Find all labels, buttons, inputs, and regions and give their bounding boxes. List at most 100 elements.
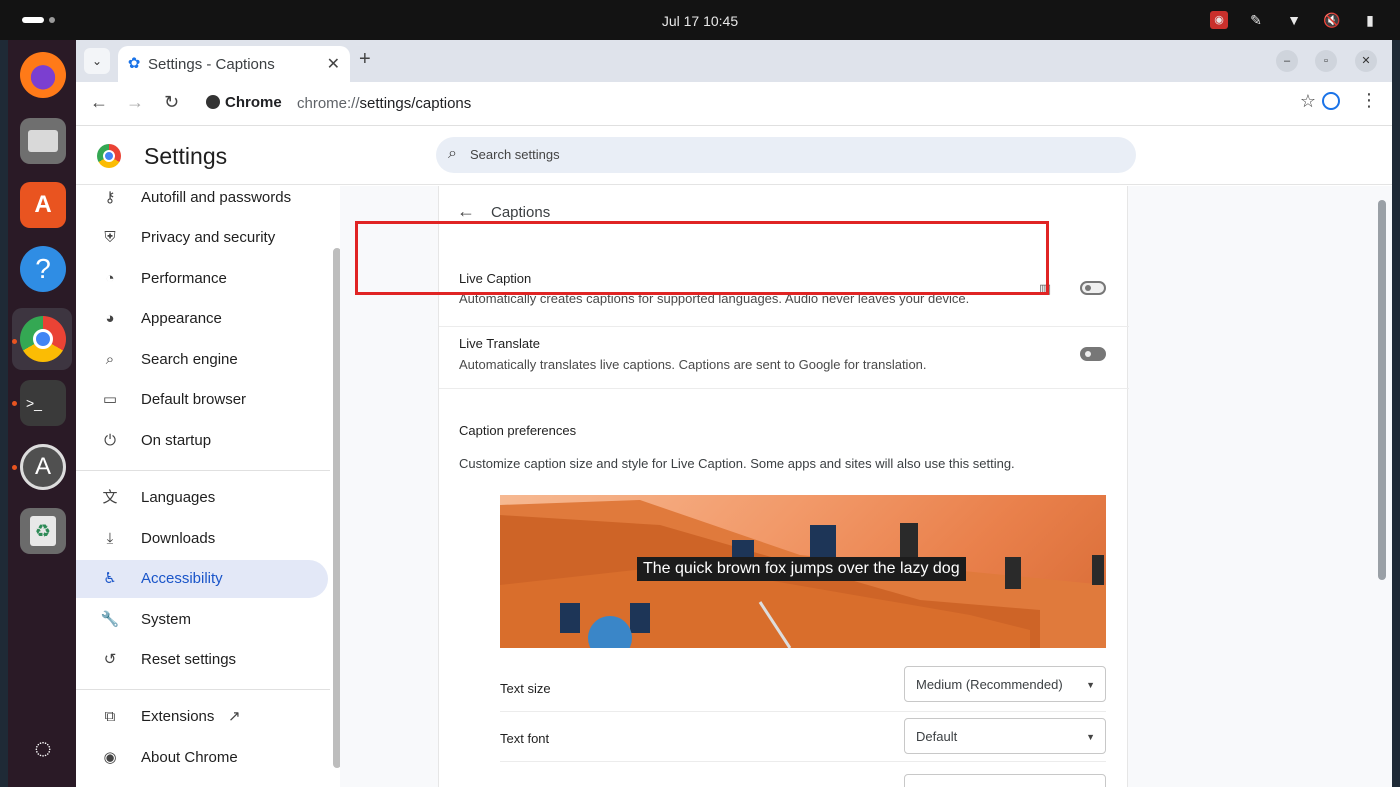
speedometer-icon: ◔ bbox=[105, 270, 115, 287]
updater-icon[interactable]: A bbox=[20, 444, 66, 490]
text-font-value: Default bbox=[916, 729, 958, 744]
live-translate-description: Automatically translates live captions. … bbox=[459, 357, 927, 372]
back-arrow-icon[interactable]: ← bbox=[457, 201, 475, 222]
text-size-label: Text size bbox=[500, 681, 551, 696]
sidebar-item-label: System bbox=[141, 611, 192, 628]
system-tray[interactable]: ◉ ✎ ▼ 🔇 ▮ bbox=[1210, 10, 1380, 30]
forward-icon[interactable]: → bbox=[126, 92, 144, 113]
files-icon[interactable] bbox=[20, 118, 66, 164]
close-window-button[interactable]: ✕ bbox=[1355, 50, 1377, 72]
reload-icon[interactable]: ↻ bbox=[164, 92, 179, 113]
sidebar-item-performance[interactable]: ◔ Performance bbox=[76, 260, 328, 298]
tab-search-button[interactable]: ⌄ bbox=[84, 48, 110, 74]
trash-icon[interactable]: ♻ bbox=[20, 508, 66, 554]
shield-icon: ⛨ bbox=[104, 229, 116, 246]
terminal-icon[interactable]: >_ bbox=[20, 380, 66, 426]
sidebar-scrollbar[interactable] bbox=[333, 248, 340, 768]
clock[interactable]: Jul 17 10:45 bbox=[0, 13, 1400, 29]
reset-icon: ↺ bbox=[103, 651, 117, 668]
sidebar-item-label: Appearance bbox=[141, 310, 222, 327]
app-center-icon[interactable]: A bbox=[20, 182, 66, 228]
live-translate-title: Live Translate bbox=[459, 336, 540, 351]
back-icon[interactable]: ← bbox=[90, 92, 108, 113]
toggle-knob bbox=[1085, 351, 1091, 357]
sidebar-divider bbox=[76, 689, 330, 690]
minimize-button[interactable]: – bbox=[1276, 50, 1298, 72]
firefox-icon[interactable] bbox=[20, 52, 66, 98]
caption-preview-image: The quick brown fox jumps over the lazy … bbox=[500, 495, 1106, 648]
battery-icon[interactable]: ▮ bbox=[1360, 10, 1380, 30]
running-indicator bbox=[12, 465, 17, 470]
text-font-row: Text font Default ▼ bbox=[500, 712, 1106, 762]
live-caption-highlight-box bbox=[355, 221, 1049, 295]
browser-toolbar: ← → ↻ Chrome chrome://settings/captions … bbox=[76, 82, 1392, 126]
address-bar[interactable]: Chrome chrome://settings/captions ☆ bbox=[196, 87, 1316, 121]
text-size-value: Medium (Recommended) bbox=[916, 677, 1063, 692]
new-tab-button[interactable]: + bbox=[359, 48, 371, 71]
sidebar-item-label: Reset settings bbox=[141, 651, 237, 668]
wifi-icon[interactable]: ▼ bbox=[1284, 10, 1304, 30]
live-translate-row[interactable]: Live Translate Automatically translates … bbox=[439, 326, 1129, 388]
chrome-logo-icon bbox=[97, 144, 121, 168]
sidebar-item-system[interactable]: 🔧 System bbox=[76, 601, 328, 639]
sidebar-item-extensions[interactable]: ⧉ Extensions ↗ bbox=[76, 698, 328, 736]
screen-record-icon[interactable]: ◉ bbox=[1210, 11, 1228, 29]
url-path: settings/captions bbox=[359, 95, 472, 112]
profile-icon[interactable] bbox=[1322, 92, 1340, 110]
dropdown-arrow-icon: ▼ bbox=[1086, 680, 1095, 690]
bookmark-star-icon[interactable]: ☆ bbox=[1300, 91, 1316, 112]
sidebar-item-label: On startup bbox=[141, 432, 212, 449]
main-scrollbar[interactable] bbox=[1378, 200, 1386, 580]
live-translate-toggle[interactable] bbox=[1080, 347, 1106, 361]
settings-header: Settings ⌕ Search settings bbox=[76, 127, 1392, 185]
sidebar-item-languages[interactable]: 文 Languages bbox=[76, 479, 328, 517]
search-input[interactable]: ⌕ Search settings bbox=[436, 137, 1136, 173]
url-text[interactable]: chrome://settings/captions bbox=[297, 95, 471, 112]
preview-caption-text: The quick brown fox jumps over the lazy … bbox=[637, 557, 966, 581]
more-menu-icon[interactable]: ⋮ bbox=[1360, 90, 1378, 111]
close-tab-icon[interactable]: ✕ bbox=[327, 54, 340, 74]
chrome-icon[interactable] bbox=[20, 316, 66, 362]
text-size-select[interactable]: Medium (Recommended) ▼ bbox=[904, 666, 1106, 702]
help-icon[interactable]: ? bbox=[20, 246, 66, 292]
sidebar-item-reset-settings[interactable]: ↺ Reset settings bbox=[76, 641, 328, 679]
sidebar-item-label: Performance bbox=[141, 270, 227, 287]
tab-strip: ⌄ ✿ Settings - Captions ✕ + – ▫ ✕ bbox=[76, 40, 1392, 82]
sidebar-item-label: Downloads bbox=[141, 530, 216, 547]
section-divider bbox=[439, 388, 1129, 389]
text-font-select[interactable]: Default ▼ bbox=[904, 718, 1106, 754]
live-caption-toggle[interactable] bbox=[1080, 281, 1106, 295]
palette-icon: ◕ bbox=[105, 310, 115, 327]
sidebar-item-privacy[interactable]: ⛨ Privacy and security bbox=[76, 219, 328, 257]
sidebar-divider bbox=[76, 470, 330, 471]
sidebar-item-default-browser[interactable]: ▭ Default browser bbox=[76, 381, 328, 419]
partial-select[interactable] bbox=[904, 774, 1106, 787]
tab-title: Settings - Captions bbox=[148, 56, 275, 73]
url-host: chrome:// bbox=[297, 95, 360, 112]
sidebar-item-search-engine[interactable]: ⌕ Search engine bbox=[76, 341, 328, 379]
volume-muted-icon[interactable]: 🔇 bbox=[1322, 10, 1342, 30]
pen-icon[interactable]: ✎ bbox=[1246, 10, 1266, 30]
sidebar-item-label: Privacy and security bbox=[141, 229, 276, 246]
sidebar-item-label: Accessibility bbox=[141, 570, 223, 587]
settings-sidebar: ⚷ Autofill and passwords ⛨ Privacy and s… bbox=[76, 186, 340, 787]
extension-icon: ⧉ bbox=[104, 708, 116, 725]
chrome-icon: ◉ bbox=[103, 749, 117, 766]
restore-button[interactable]: ▫ bbox=[1315, 50, 1337, 72]
sidebar-item-autofill[interactable]: ⚷ Autofill and passwords bbox=[76, 186, 328, 217]
search-icon: ⌕ bbox=[105, 351, 115, 368]
text-font-label: Text font bbox=[500, 731, 550, 746]
sidebar-item-accessibility[interactable]: ♿ Accessibility bbox=[76, 560, 328, 598]
show-apps-icon[interactable]: ◌ bbox=[20, 726, 66, 772]
key-icon: ⚷ bbox=[104, 189, 116, 206]
tab-settings-captions[interactable]: ✿ Settings - Captions ✕ bbox=[118, 46, 350, 82]
site-info-chip[interactable]: Chrome bbox=[206, 94, 282, 111]
sidebar-item-on-startup[interactable]: ⏻ On startup bbox=[76, 422, 328, 460]
sidebar-item-about-chrome[interactable]: ◉ About Chrome bbox=[76, 739, 328, 777]
search-placeholder: Search settings bbox=[470, 147, 560, 162]
page-title: Settings bbox=[144, 143, 228, 169]
download-icon: ⤓ bbox=[106, 530, 114, 547]
sidebar-item-appearance[interactable]: ◕ Appearance bbox=[76, 300, 328, 338]
sidebar-item-downloads[interactable]: ⤓ Downloads bbox=[76, 520, 328, 558]
wrench-icon: 🔧 bbox=[100, 611, 120, 628]
